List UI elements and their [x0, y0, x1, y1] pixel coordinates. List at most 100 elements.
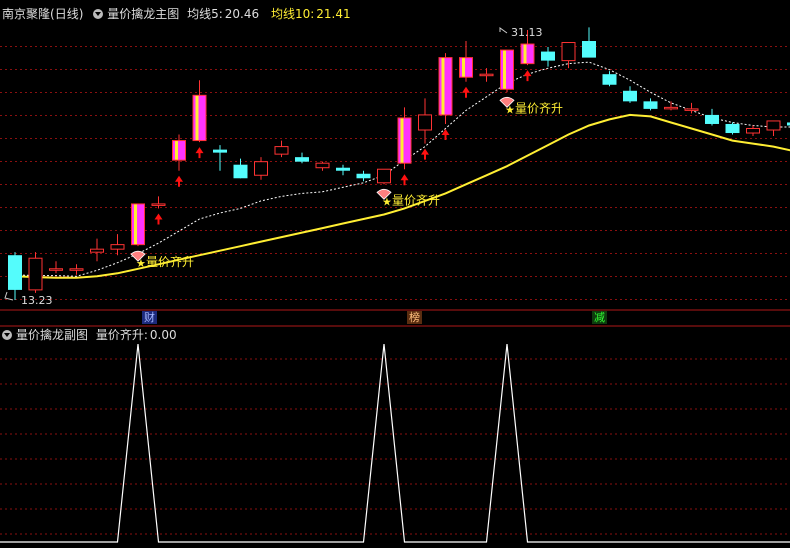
up-arrow-icon	[195, 147, 204, 159]
candle-body-stripe	[195, 95, 199, 141]
up-arrow-markers	[154, 70, 532, 225]
main-panel-header: 南京聚隆(日线) 量价擒龙主图 均线5: 20.46 均线10: 21.41	[2, 6, 355, 22]
candle	[90, 238, 104, 262]
indicator-menu-icon[interactable]	[93, 9, 104, 19]
main-grid	[0, 46, 790, 300]
candle	[643, 98, 658, 111]
event-marker-reduce[interactable]: 减	[592, 311, 607, 324]
candle-body-stripe	[175, 140, 178, 161]
candle	[746, 125, 760, 137]
candle-body	[521, 44, 534, 64]
sub-indicator-name[interactable]: 量价擒龙副图	[16, 328, 88, 342]
ma5-value: 20.46	[224, 7, 260, 21]
candle	[397, 107, 412, 170]
up-arrow-icon	[421, 148, 429, 160]
up-arrow-icon	[462, 86, 470, 98]
candle-body	[602, 74, 617, 85]
candle	[377, 168, 391, 185]
candle	[418, 98, 432, 144]
candle-body	[541, 51, 555, 61]
candle	[705, 108, 719, 126]
star-icon: ★	[505, 103, 515, 116]
candle	[315, 161, 330, 171]
candle-body	[582, 41, 596, 58]
ma10-value: 21.41	[316, 7, 351, 21]
signal-label: 量价齐升	[146, 254, 194, 269]
candle	[295, 152, 309, 164]
low-value-label: 13.23	[21, 294, 53, 307]
candle	[479, 68, 494, 82]
high-marker-line	[499, 27, 508, 34]
candle	[561, 42, 576, 69]
candle-body	[315, 162, 330, 169]
candle-body	[398, 117, 411, 164]
candle-body	[336, 167, 350, 171]
candle	[541, 47, 555, 67]
candle-body	[274, 146, 289, 155]
stock-name: 南京聚隆	[2, 7, 51, 21]
candle-body	[213, 149, 227, 153]
candle	[28, 252, 43, 293]
candle-body	[28, 257, 43, 291]
candle-body	[746, 127, 760, 134]
sub-signal-name: 量价齐升:	[95, 328, 148, 342]
star-icon: ★	[382, 195, 392, 208]
candle-body	[684, 108, 699, 111]
candle-body	[377, 168, 391, 184]
candle-body-stripe	[523, 44, 527, 64]
sub-panel-header: 量价擒龙副图 量价齐升: 0.00	[2, 327, 181, 343]
candle	[131, 203, 145, 247]
sub-signal-line	[0, 343, 790, 543]
candle-body	[8, 255, 22, 290]
up-arrow-icon	[154, 213, 163, 225]
candle	[192, 80, 207, 143]
candle	[110, 234, 125, 256]
candle-body	[69, 268, 84, 271]
candle-body	[725, 123, 740, 134]
signal-label: 量价齐升	[392, 192, 440, 207]
up-arrow-icon	[400, 174, 409, 186]
candle	[664, 101, 678, 111]
candle-body	[356, 173, 371, 179]
candle	[151, 196, 166, 209]
candle	[582, 27, 596, 58]
candle	[438, 53, 453, 124]
candle	[254, 157, 268, 180]
candle	[725, 122, 740, 135]
up-arrow-icon	[175, 175, 183, 187]
event-marker-finance[interactable]: 财	[142, 311, 157, 324]
candle	[602, 71, 617, 87]
candle	[459, 41, 473, 82]
candle	[8, 252, 22, 300]
candle	[500, 49, 514, 93]
candle-body-stripe	[441, 57, 445, 115]
ma10-label: 均线10:	[270, 7, 315, 21]
star-icon: ★	[136, 257, 146, 270]
candle-body	[705, 114, 719, 124]
candle	[172, 134, 186, 171]
candle-body-stripe	[503, 50, 506, 90]
candle-body	[561, 42, 576, 62]
candle-body	[500, 50, 514, 90]
candle-body-stripe	[462, 57, 465, 78]
ma5-label: 均线5:	[187, 7, 223, 21]
candle-body-stripe	[400, 117, 404, 164]
candle	[336, 164, 350, 176]
main-indicator-name[interactable]: 量价擒龙主图	[107, 7, 179, 21]
candle-body	[295, 157, 309, 162]
sub-indicator-menu-icon[interactable]	[2, 330, 12, 340]
candle-body	[766, 120, 781, 131]
up-arrow-icon	[523, 70, 532, 82]
candle	[766, 120, 781, 137]
candle-body-stripe	[134, 203, 137, 245]
candle	[69, 264, 84, 275]
signal-label: 量价齐升	[515, 100, 563, 115]
candle-body	[479, 73, 494, 77]
chart-canvas: ★ 量价齐升★ 量价齐升★ 量价齐升 31.13 13.23	[0, 26, 790, 543]
candle	[49, 261, 63, 274]
candle-body	[110, 244, 125, 250]
candle-body	[643, 101, 658, 109]
candle-body	[623, 90, 637, 102]
candle-body	[233, 164, 248, 179]
event-marker-list[interactable]: 榜	[407, 311, 422, 324]
